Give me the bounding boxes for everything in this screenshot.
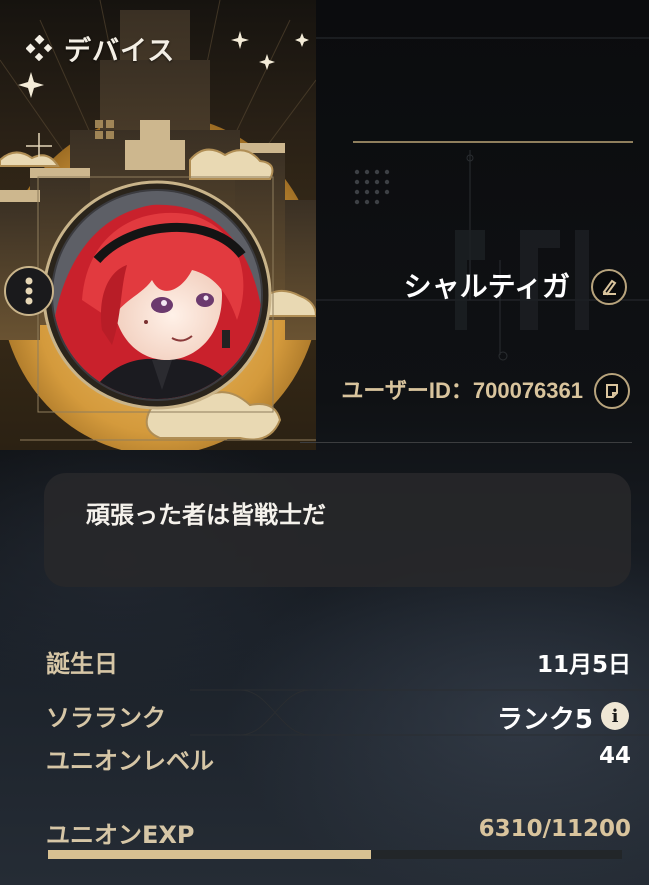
union-level-value: 44 (598, 743, 631, 769)
avatar[interactable] (42, 180, 272, 410)
divider (300, 442, 632, 443)
user-id-row: ユーザーID： 700076361 (341, 376, 583, 406)
copy-user-id-button[interactable] (594, 373, 630, 409)
user-id-label: ユーザーID： (341, 378, 473, 403)
player-name: シャルティガ (403, 270, 570, 303)
pencil-icon (602, 279, 617, 296)
signature-text: 頑張った者は皆戦士だ (86, 501, 326, 529)
user-id-value: 700076361 (472, 378, 583, 403)
union-exp-label: ユニオンEXP (46, 821, 195, 849)
rank-label: ソラランク (46, 704, 166, 732)
signature-box[interactable]: 頑張った者は皆戦士だ (44, 473, 631, 587)
copy-icon (606, 384, 618, 398)
info-icon[interactable]: i (601, 702, 629, 730)
birthday-value: 11月5日 (536, 652, 631, 678)
more-options-button[interactable] (4, 266, 54, 316)
union-exp-value: 6310/11200 (478, 816, 631, 842)
edit-name-button[interactable] (591, 269, 627, 305)
rank-value: ランク5 (496, 705, 593, 735)
union-level-label: ユニオンレベル (46, 747, 214, 775)
vertical-ellipsis-icon (25, 277, 33, 305)
union-exp-progress-fill (48, 850, 372, 859)
union-exp-progress-bar (48, 850, 622, 859)
device-header[interactable]: デバイス (25, 30, 176, 67)
diamond-cluster-icon (25, 34, 53, 62)
device-label: デバイス (64, 35, 176, 67)
birthday-label: 誕生日 (46, 650, 118, 678)
divider (353, 141, 633, 143)
